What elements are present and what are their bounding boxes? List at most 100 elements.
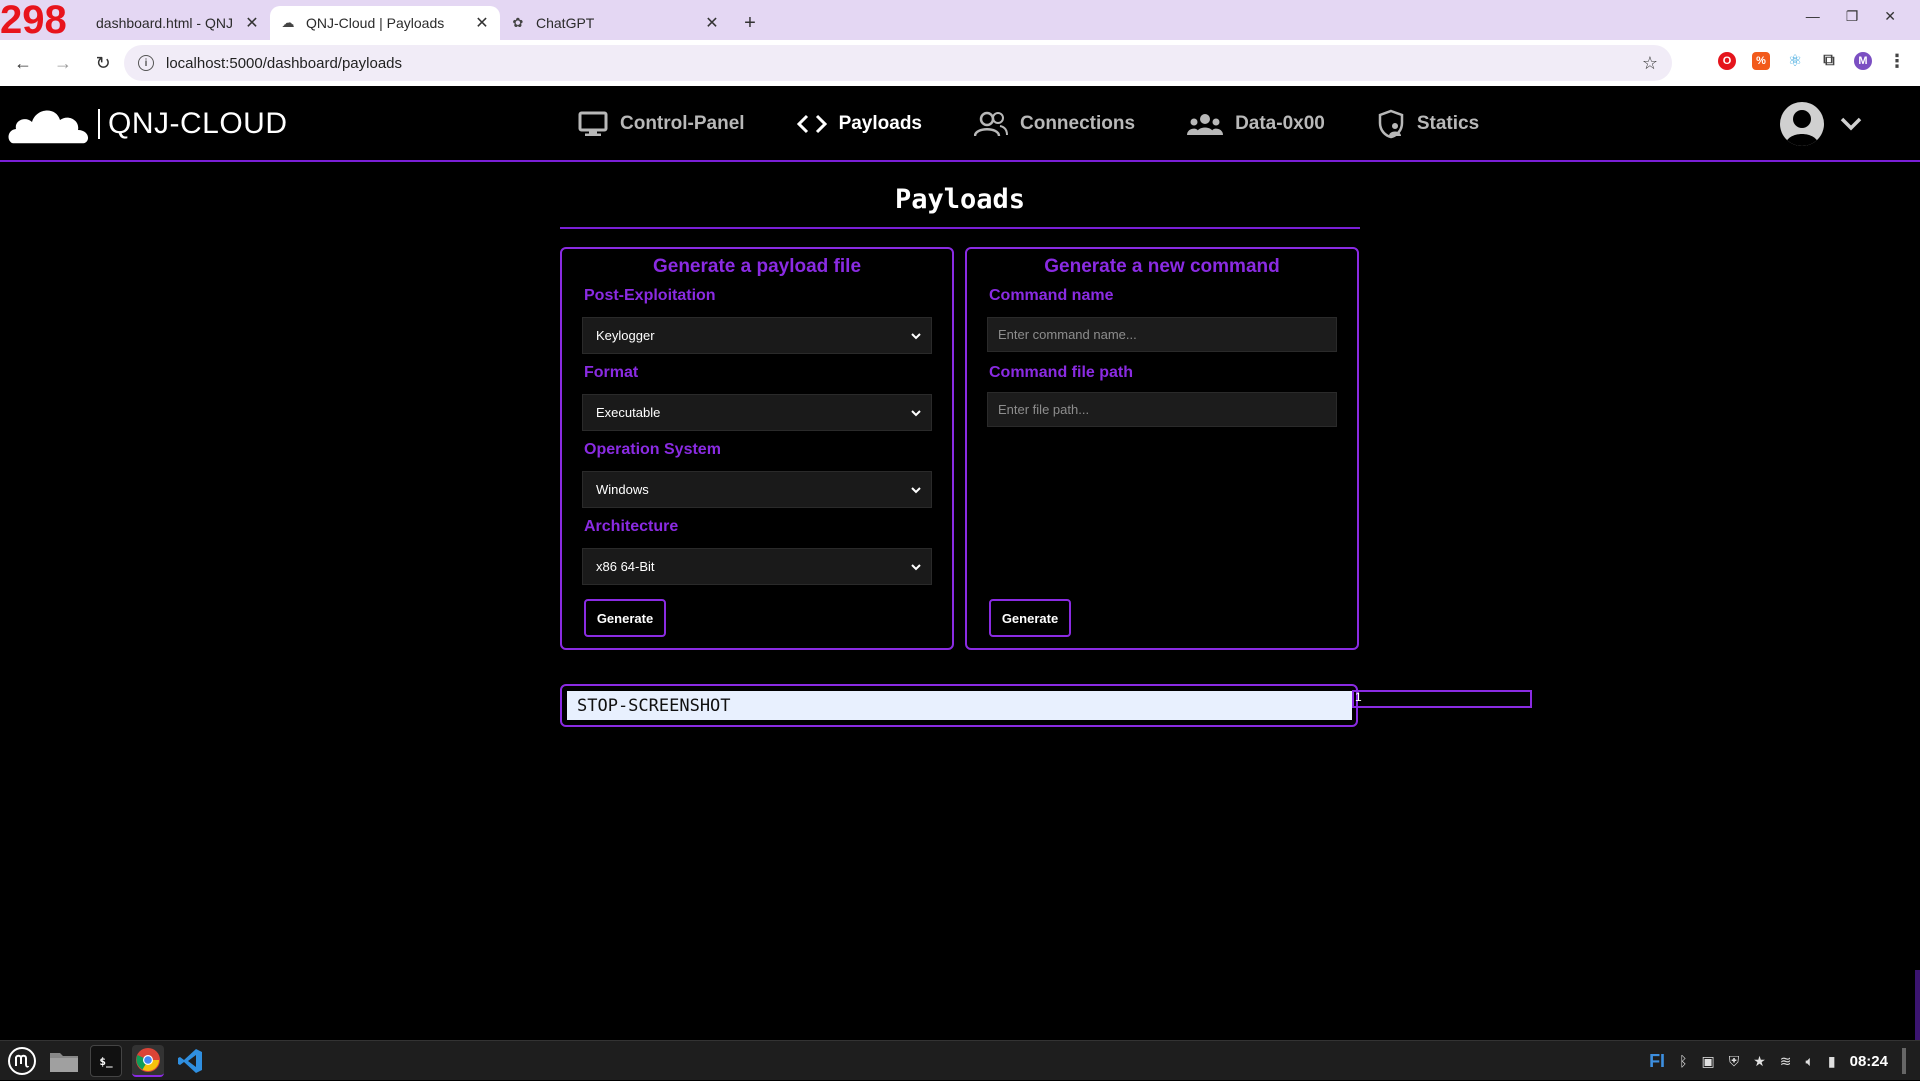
browser-tab-payloads[interactable]: ☁ QNJ-Cloud | Payloads ✕ bbox=[270, 6, 500, 40]
format-label: Format bbox=[584, 364, 639, 381]
window-controls: — ❐ ✕ bbox=[1806, 8, 1896, 25]
operation-system-select[interactable]: Windows bbox=[582, 471, 932, 508]
generate-command-button[interactable]: Generate bbox=[989, 599, 1071, 637]
system-tray: FI ᛒ ▣ ⛨ ★ ≋ 🔈︎ ▮ 08:24 bbox=[1649, 1041, 1906, 1081]
clipboard-icon[interactable]: ▣ bbox=[1701, 1053, 1714, 1070]
vscode-tab-icon bbox=[70, 15, 86, 31]
user-avatar[interactable] bbox=[1780, 102, 1824, 146]
nav-label: Data-0x00 bbox=[1235, 113, 1325, 134]
command-name-input[interactable]: Enter command name... bbox=[987, 317, 1337, 352]
battery-icon[interactable]: ▮ bbox=[1828, 1053, 1836, 1070]
chevron-down-icon bbox=[911, 333, 921, 340]
os-taskbar: $_ FI ᛒ ▣ ⛨ ★ ≋ 🔈︎ ▮ 08:24 bbox=[0, 1040, 1920, 1080]
back-button[interactable]: ← bbox=[6, 46, 40, 80]
restore-icon[interactable]: ❐ bbox=[1846, 8, 1859, 25]
card-title: Generate a new command bbox=[1044, 256, 1280, 277]
output-field[interactable]: STOP-SCREENSHOT bbox=[567, 691, 1352, 720]
cloud-tab-icon: ☁ bbox=[281, 15, 295, 30]
url-text: localhost:5000/dashboard/payloads bbox=[166, 54, 403, 72]
vscode-icon[interactable] bbox=[174, 1045, 206, 1077]
group-icon bbox=[1187, 114, 1224, 135]
opera-extension-icon[interactable]: O bbox=[1718, 52, 1736, 70]
command-path-input[interactable]: Enter file path... bbox=[987, 392, 1337, 427]
taskbar-apps: $_ bbox=[6, 1045, 206, 1077]
clock[interactable]: 08:24 bbox=[1850, 1053, 1888, 1070]
close-window-icon[interactable]: ✕ bbox=[1884, 8, 1896, 25]
nav-control-panel[interactable]: Control-Panel bbox=[578, 111, 745, 137]
tab-title: QNJ-Cloud | Payloads bbox=[306, 15, 445, 31]
browser-tab-chatgpt[interactable]: ✿ ChatGPT ✕ bbox=[500, 6, 730, 40]
browser-toolbar: ← → ↻ i localhost:5000/dashboard/payload… bbox=[0, 40, 1920, 86]
volume-icon[interactable]: 🔈︎ bbox=[1806, 1053, 1814, 1070]
tab-title: ChatGPT bbox=[536, 15, 595, 31]
forward-button[interactable]: → bbox=[46, 46, 80, 80]
architecture-select[interactable]: x86 64-Bit bbox=[582, 548, 932, 585]
logo[interactable]: QNJ-CLOUD bbox=[6, 102, 288, 146]
monitor-icon bbox=[578, 111, 608, 136]
output-box: STOP-SCREENSHOT bbox=[560, 684, 1358, 727]
shield-user-icon bbox=[1378, 109, 1404, 139]
nav-connections[interactable]: Connections bbox=[974, 111, 1135, 137]
extension-icon[interactable]: % bbox=[1752, 52, 1770, 70]
nav-statics[interactable]: Statics bbox=[1377, 109, 1479, 139]
select-value: Windows bbox=[596, 482, 649, 497]
user-silhouette-icon bbox=[1785, 110, 1819, 146]
cloud-logo-icon bbox=[8, 110, 89, 145]
address-bar[interactable]: i localhost:5000/dashboard/payloads ☆ bbox=[124, 45, 1672, 81]
code-icon bbox=[796, 114, 827, 134]
page-title: Payloads bbox=[894, 184, 1026, 215]
close-tab-icon[interactable]: ✕ bbox=[474, 13, 490, 33]
mint-menu-icon[interactable] bbox=[6, 1045, 38, 1077]
architecture-label: Architecture bbox=[584, 518, 679, 535]
browser-tab-bar: 298 dashboard.html - QNJ - code ✕ ☁ QNJ-… bbox=[0, 0, 1920, 40]
close-tab-icon[interactable]: ✕ bbox=[244, 13, 260, 33]
bluetooth-icon[interactable]: ᛒ bbox=[1679, 1053, 1687, 1069]
chatgpt-tab-icon: ✿ bbox=[512, 15, 524, 30]
scrollbar-thumb[interactable] bbox=[1915, 970, 1920, 1040]
chevron-down-icon bbox=[911, 564, 921, 571]
react-extension-icon[interactable]: ⚛ bbox=[1786, 52, 1804, 70]
new-tab-button[interactable]: + bbox=[736, 6, 764, 40]
new-command-card: Generate a new command Command name Ente… bbox=[965, 247, 1359, 650]
command-path-label: Command file path bbox=[989, 364, 1134, 381]
keyboard-layout-indicator[interactable]: FI bbox=[1649, 1051, 1665, 1072]
generate-payload-button[interactable]: Generate bbox=[584, 599, 666, 637]
card-title: Generate a payload file bbox=[652, 256, 862, 277]
chevron-down-icon bbox=[911, 410, 921, 417]
payload-file-card: Generate a payload file Post-Exploitatio… bbox=[560, 247, 954, 650]
select-value: Executable bbox=[596, 405, 661, 420]
floating-input[interactable] bbox=[1352, 690, 1532, 708]
puzzle-extension-icon[interactable]: ⧉ bbox=[1820, 52, 1838, 70]
reload-button[interactable]: ↻ bbox=[86, 46, 120, 80]
chevron-down-icon bbox=[911, 487, 921, 494]
close-tab-icon[interactable]: ✕ bbox=[704, 13, 720, 33]
nav-label: Statics bbox=[1416, 113, 1480, 134]
post-exploitation-select[interactable]: Keylogger bbox=[582, 317, 932, 354]
nav-payloads[interactable]: Payloads bbox=[796, 113, 922, 135]
shield-tray-icon[interactable]: ⛨ bbox=[1729, 1053, 1740, 1070]
command-name-label: Command name bbox=[989, 287, 1114, 304]
app-header: QNJ-CLOUD Control-Panel Payloads Connect… bbox=[0, 86, 1920, 162]
files-icon[interactable] bbox=[48, 1045, 80, 1077]
nav-data-0x00[interactable]: Data-0x00 bbox=[1187, 112, 1325, 136]
site-info-icon[interactable]: i bbox=[138, 55, 154, 71]
minimize-icon[interactable]: — bbox=[1806, 8, 1820, 25]
post-exploitation-label: Post-Exploitation bbox=[584, 287, 716, 304]
floating-input-value: 1 bbox=[1355, 690, 1362, 704]
terminal-icon[interactable]: $_ bbox=[90, 1045, 122, 1077]
select-value: x86 64-Bit bbox=[596, 559, 655, 574]
show-desktop-button[interactable] bbox=[1902, 1048, 1906, 1074]
star-tray-icon[interactable]: ★ bbox=[1753, 1053, 1766, 1070]
profile-avatar[interactable]: M bbox=[1854, 52, 1872, 70]
main-nav: Control-Panel Payloads Connections Data-… bbox=[578, 86, 1531, 162]
users-icon bbox=[974, 111, 1008, 137]
logo-text: QNJ-CLOUD bbox=[98, 109, 288, 139]
user-menu-chevron-icon[interactable] bbox=[1840, 114, 1862, 137]
format-select[interactable]: Executable bbox=[582, 394, 932, 431]
chrome-icon[interactable] bbox=[132, 1045, 164, 1077]
bookmark-star-icon[interactable]: ☆ bbox=[1642, 53, 1658, 74]
nav-label: Control-Panel bbox=[620, 113, 745, 134]
wifi-icon[interactable]: ≋ bbox=[1780, 1053, 1792, 1070]
kebab-menu-icon[interactable]: ⋮ bbox=[1888, 51, 1906, 71]
browser-tab-vscode[interactable]: dashboard.html - QNJ - code ✕ bbox=[60, 6, 270, 40]
